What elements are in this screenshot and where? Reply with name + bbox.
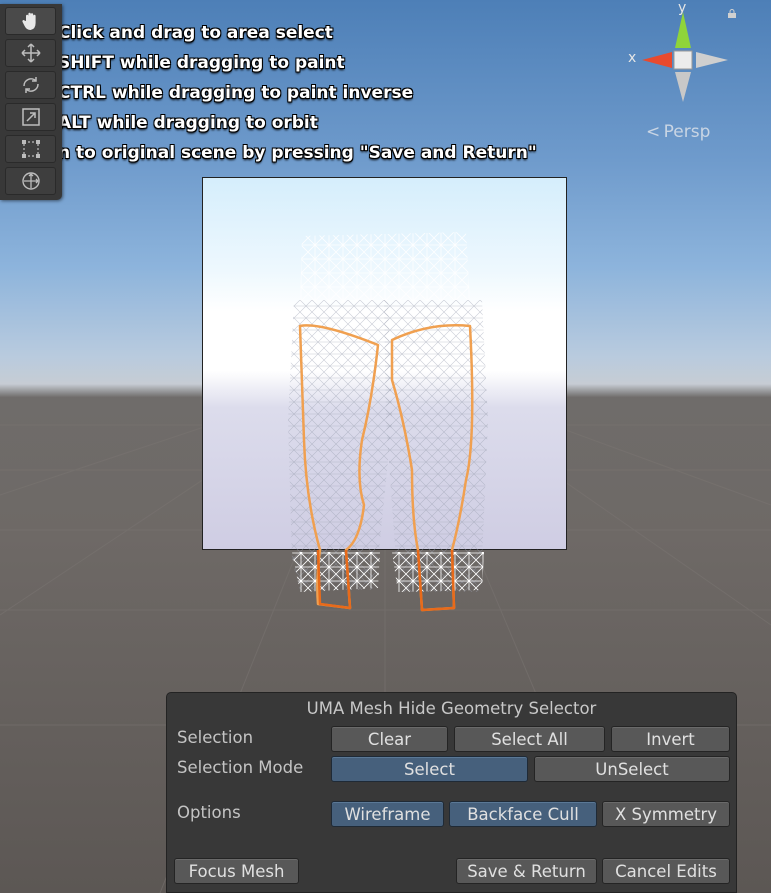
x-axis-label: x xyxy=(628,50,636,66)
y-axis-label: y xyxy=(678,0,686,16)
transform-icon xyxy=(21,172,40,190)
mesh-preview-background xyxy=(202,177,567,550)
rotate-tool-button[interactable] xyxy=(5,71,56,99)
neg-y-cone xyxy=(675,72,691,102)
instruction-line: n to original scene by pressing "Save an… xyxy=(58,143,537,163)
focus-mesh-button[interactable]: Focus Mesh xyxy=(174,858,299,884)
rotate-icon xyxy=(22,77,39,93)
move-tool-button[interactable] xyxy=(5,39,56,67)
scale-icon xyxy=(21,108,40,126)
x-axis-cone xyxy=(642,52,672,68)
scale-tool-button[interactable] xyxy=(5,103,56,131)
panel-title: UMA Mesh Hide Geometry Selector xyxy=(306,699,597,718)
rect-tool-button[interactable] xyxy=(5,135,56,163)
select-all-button[interactable]: Select All xyxy=(454,726,605,752)
cancel-edits-button[interactable]: Cancel Edits xyxy=(602,858,730,884)
wireframe-toggle[interactable]: Wireframe xyxy=(331,801,444,827)
instruction-line: CTRL while dragging to paint inverse xyxy=(58,83,414,103)
instruction-line: ALT while dragging to orbit xyxy=(58,113,318,133)
hand-icon xyxy=(21,12,36,30)
instruction-line: Click and drag to area select xyxy=(58,23,333,43)
instructions-overlay: Click and drag to area select SHIFT whil… xyxy=(58,18,537,168)
select-mode-button[interactable]: Select xyxy=(331,756,528,782)
clear-button[interactable]: Clear xyxy=(331,726,448,752)
rect-transform-icon xyxy=(21,140,40,158)
move-icon xyxy=(20,43,41,63)
chevron-left-icon: < xyxy=(646,122,661,142)
projection-label: Persp xyxy=(663,122,711,142)
selection-label: Selection xyxy=(177,728,254,747)
instruction-line: SHIFT while dragging to paint xyxy=(58,53,345,73)
hand-tool-button[interactable] xyxy=(5,7,56,35)
gizmo-center-cube xyxy=(673,50,693,70)
projection-toggle[interactable]: < Persp xyxy=(646,122,710,142)
y-axis-cone[interactable] xyxy=(675,12,691,48)
uma-geometry-selector-panel: UMA Mesh Hide Geometry Selector Selectio… xyxy=(166,692,737,893)
selection-mode-label: Selection Mode xyxy=(177,758,304,777)
transform-tool-button[interactable] xyxy=(5,167,56,195)
backface-cull-toggle[interactable]: Backface Cull xyxy=(449,801,597,827)
options-label: Options xyxy=(177,803,241,822)
neg-x-cone xyxy=(696,52,728,68)
unselect-mode-button[interactable]: UnSelect xyxy=(534,756,730,782)
tool-palette xyxy=(0,4,62,200)
lock-icon[interactable] xyxy=(727,9,737,18)
save-return-button[interactable]: Save & Return xyxy=(456,858,597,884)
invert-button[interactable]: Invert xyxy=(611,726,730,752)
x-symmetry-toggle[interactable]: X Symmetry xyxy=(602,801,730,827)
